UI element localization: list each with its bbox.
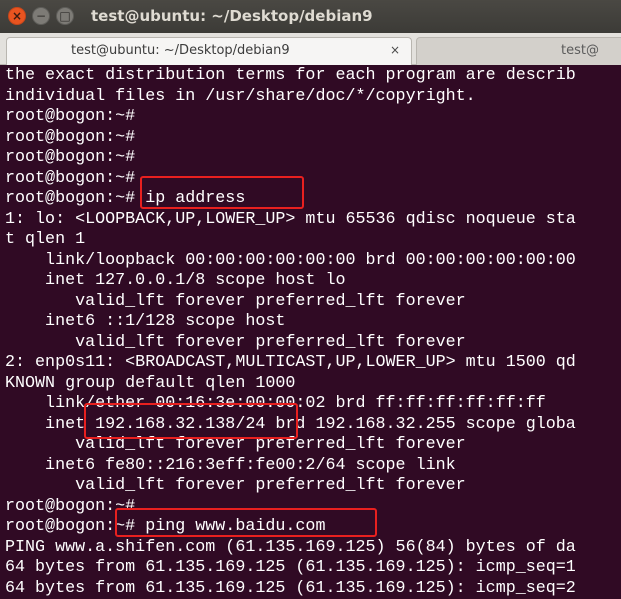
terminal-line: individual files in /usr/share/doc/*/cop… bbox=[5, 87, 476, 106]
maximize-window-button[interactable]: □ bbox=[56, 7, 74, 25]
terminal-line: 64 bytes from 61.135.169.125 (61.135.169… bbox=[5, 579, 576, 598]
minimize-icon: − bbox=[35, 9, 47, 23]
terminal-line: root@bogon:~# bbox=[5, 107, 136, 126]
terminal-line: root@bogon:~# bbox=[5, 497, 136, 516]
terminal-output[interactable]: the exact distribution terms for each pr… bbox=[0, 65, 621, 599]
terminal-line: KNOWN group default qlen 1000 bbox=[5, 374, 296, 393]
maximize-icon: □ bbox=[59, 9, 71, 23]
terminal-line: inet6 fe80::216:3eff:fe00:2/64 scope lin… bbox=[5, 456, 456, 475]
terminal-line: root@bogon:~# bbox=[5, 148, 136, 167]
terminal-line: the exact distribution terms for each pr… bbox=[5, 66, 576, 85]
terminal-line: t qlen 1 bbox=[5, 230, 86, 249]
terminal-line: inet6 ::1/128 scope host bbox=[5, 312, 286, 331]
terminal-line: valid_lft forever preferred_lft forever bbox=[5, 333, 466, 352]
tab-label: test@ubuntu: ~/Desktop/debian9 bbox=[71, 43, 290, 58]
terminal-line: inet 192.168.32.138/24 brd 192.168.32.25… bbox=[5, 415, 576, 434]
terminal-line: 2: enp0s11: <BROADCAST,MULTICAST,UP,LOWE… bbox=[5, 353, 576, 372]
title-bar[interactable]: × − □ test@ubuntu: ~/Desktop/debian9 bbox=[0, 0, 621, 33]
terminal-line: inet 127.0.0.1/8 scope host lo bbox=[5, 271, 346, 290]
close-tab-icon[interactable]: × bbox=[390, 43, 400, 57]
close-window-button[interactable]: × bbox=[8, 7, 26, 25]
tab-debian9-active[interactable]: test@ubuntu: ~/Desktop/debian9 × bbox=[6, 37, 412, 65]
terminal-line: root@bogon:~# bbox=[5, 128, 136, 147]
terminal-line: PING www.a.shifen.com (61.135.169.125) 5… bbox=[5, 538, 576, 557]
tab-second[interactable]: test@ bbox=[416, 37, 621, 65]
terminal-line: root@bogon:~# ping www.baidu.com bbox=[5, 517, 326, 536]
terminal-line: root@bogon:~# ip address bbox=[5, 189, 246, 208]
terminal-line: valid_lft forever preferred_lft forever bbox=[5, 435, 466, 454]
close-icon: × bbox=[11, 9, 23, 23]
terminal-line: link/loopback 00:00:00:00:00:00 brd 00:0… bbox=[5, 251, 576, 270]
window-title: test@ubuntu: ~/Desktop/debian9 bbox=[91, 7, 373, 25]
terminal-window: × − □ test@ubuntu: ~/Desktop/debian9 tes… bbox=[0, 0, 621, 599]
terminal-line: link/ether 00:16:3e:00:00:02 brd ff:ff:f… bbox=[5, 394, 546, 413]
tab-label: test@ bbox=[561, 43, 599, 58]
terminal-line: root@bogon:~# bbox=[5, 169, 136, 188]
terminal-line: 64 bytes from 61.135.169.125 (61.135.169… bbox=[5, 558, 576, 577]
terminal-line: valid_lft forever preferred_lft forever bbox=[5, 292, 466, 311]
terminal-line: 1: lo: <LOOPBACK,UP,LOWER_UP> mtu 65536 … bbox=[5, 210, 576, 229]
minimize-window-button[interactable]: − bbox=[32, 7, 50, 25]
terminal-line: valid_lft forever preferred_lft forever bbox=[5, 476, 466, 495]
tab-bar: test@ubuntu: ~/Desktop/debian9 × test@ bbox=[0, 33, 621, 65]
